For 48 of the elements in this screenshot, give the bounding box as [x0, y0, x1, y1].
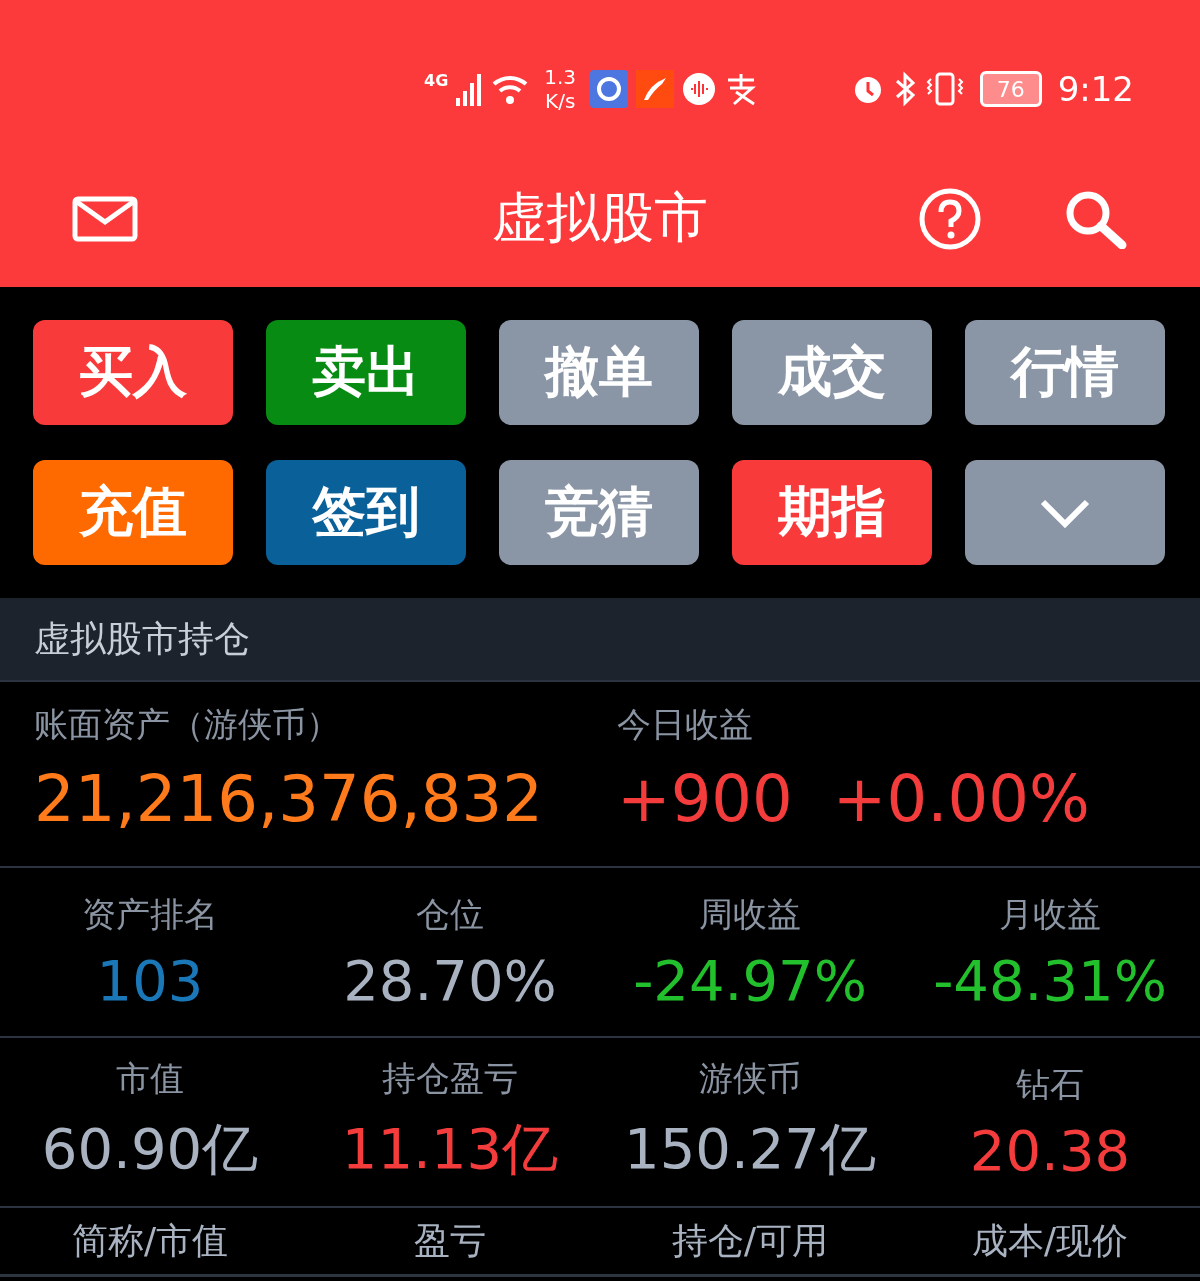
bluetooth-icon — [893, 71, 916, 107]
stat-value: -24.97% — [633, 947, 867, 1013]
action-button[interactable]: 卖出 — [266, 320, 466, 425]
column-header[interactable]: 简称/市值 — [71, 1216, 229, 1266]
stat-value: 11.13亿 — [341, 1115, 559, 1183]
battery-icon: 76 — [979, 71, 1042, 107]
action-button[interactable]: 成交 — [732, 320, 932, 425]
stat-label: 周收益 — [699, 892, 801, 936]
assets-label: 账面资产（游侠币） — [34, 703, 341, 746]
speed-unit: K/s — [545, 89, 576, 113]
action-button[interactable]: 竞猜 — [499, 460, 699, 565]
today-label: 今日收益 — [617, 703, 754, 746]
action-button[interactable]: 撤单 — [499, 320, 699, 425]
stat-label: 游侠币 — [699, 1057, 801, 1100]
app-title: 虚拟股市 — [492, 185, 708, 251]
action-button[interactable]: 买入 — [33, 320, 233, 425]
clock: 9:12 — [1057, 69, 1134, 109]
stat-label: 市值 — [116, 1057, 184, 1100]
speed-value: 1.3 — [544, 65, 577, 89]
stat-label: 仓位 — [416, 892, 484, 936]
app-icon — [590, 70, 629, 108]
stat-value: 60.90亿 — [41, 1115, 259, 1183]
mail-icon[interactable] — [72, 195, 138, 242]
app-icon — [636, 70, 675, 108]
column-header[interactable]: 盈亏 — [414, 1216, 486, 1266]
column-header[interactable]: 持仓/可用 — [671, 1216, 829, 1266]
network-label: 4G — [424, 70, 449, 90]
help-icon[interactable] — [918, 186, 982, 251]
stat-label: 资产排名 — [82, 892, 218, 936]
assets-value: 21,216,376,832 — [34, 762, 544, 836]
voice-icon — [682, 72, 717, 106]
stat-value: 103 — [96, 947, 204, 1013]
column-header[interactable]: 成本/现价 — [971, 1216, 1129, 1266]
section-title: 虚拟股市持仓 — [34, 616, 250, 661]
stat-value: 28.70% — [343, 947, 557, 1013]
stat-value: -48.31% — [933, 947, 1167, 1013]
today-amount: +900 — [617, 762, 793, 836]
action-button[interactable]: 行情 — [965, 320, 1165, 425]
stat-label: 持仓盈亏 — [382, 1057, 518, 1100]
stat-value: 20.38 — [969, 1117, 1131, 1183]
stat-value: 150.27亿 — [624, 1115, 876, 1183]
today-percent: +0.00% — [832, 762, 1090, 836]
action-button[interactable]: 充值 — [33, 460, 233, 565]
chevron-down-icon — [1039, 497, 1091, 528]
action-button[interactable]: 签到 — [266, 460, 466, 565]
stat-label: 月收益 — [999, 892, 1101, 936]
stat-label: 钻石 — [1016, 1062, 1084, 1106]
action-button[interactable]: 期指 — [732, 460, 932, 565]
